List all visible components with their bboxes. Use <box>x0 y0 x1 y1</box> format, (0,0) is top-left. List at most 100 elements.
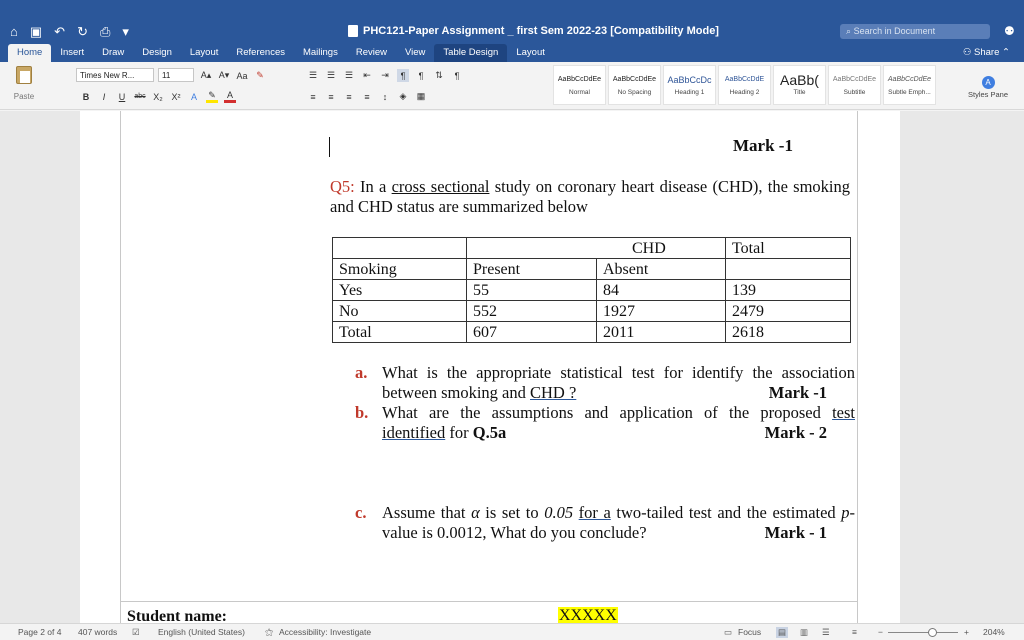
bottom-margin-line <box>120 601 858 602</box>
undo-icon[interactable]: ↶ <box>54 24 65 40</box>
web-layout-icon[interactable]: ▥ <box>800 627 808 638</box>
share-icon: ⚇ <box>962 47 972 58</box>
quick-access-toolbar: ⌂ ▣ ↶ ↻ ⎙ ▾ <box>10 24 129 40</box>
tab-home[interactable]: Home <box>8 44 52 62</box>
tab-table-layout[interactable]: Layout <box>507 44 554 62</box>
ltr-icon[interactable]: ¶ <box>397 69 409 82</box>
print-layout-icon[interactable]: ▤ <box>776 627 789 638</box>
page-count[interactable]: Page 2 of 4 <box>18 627 61 637</box>
style-heading-1[interactable]: AaBbCcDc Heading 1 <box>663 65 716 105</box>
change-case-icon[interactable]: Aa <box>236 69 248 82</box>
tab-table-design[interactable]: Table Design <box>434 44 508 62</box>
decrease-indent-icon[interactable]: ⇤ <box>361 69 373 82</box>
superscript-icon[interactable]: X² <box>170 90 182 103</box>
customize-icon[interactable]: ▾ <box>122 24 129 40</box>
borders-icon[interactable]: ▦ <box>415 90 427 103</box>
outline-view-icon[interactable]: ☰ <box>822 627 830 638</box>
accessibility-status[interactable]: Accessibility: Investigate <box>279 627 371 637</box>
grow-font-icon[interactable]: A▴ <box>200 69 212 82</box>
mark-label: Mark -1 <box>733 136 793 155</box>
font-size-select[interactable]: 11 <box>158 68 194 82</box>
sort-icon[interactable]: ⇅ <box>433 69 445 82</box>
profile-icon[interactable]: ⚉ <box>1004 24 1017 38</box>
rtl-icon[interactable]: ¶ <box>415 69 427 82</box>
table-header-present: Present <box>466 258 597 280</box>
save-icon[interactable]: ▣ <box>30 24 42 40</box>
subscript-icon[interactable]: X₂ <box>152 90 164 103</box>
left-margin-line <box>120 111 121 623</box>
zoom-slider-handle[interactable] <box>928 628 937 637</box>
tab-layout[interactable]: Layout <box>181 44 228 62</box>
tab-view[interactable]: View <box>396 44 434 62</box>
focus-button[interactable]: Focus <box>738 627 761 637</box>
zoom-in-icon[interactable]: + <box>964 627 969 637</box>
accessibility-icon[interactable]: ⚝ <box>265 627 273 638</box>
bold-icon[interactable]: B <box>80 90 92 103</box>
strikethrough-icon[interactable]: abc <box>134 90 146 103</box>
search-icon: ⌕ <box>846 26 852 36</box>
style-subtle-emphasis[interactable]: AaBbCcDdEe Subtle Emph... <box>883 65 936 105</box>
tab-design[interactable]: Design <box>133 44 181 62</box>
style-no-spacing[interactable]: AaBbCcDdEe No Spacing <box>608 65 661 105</box>
table-header-chd: CHD <box>466 237 726 259</box>
style-normal[interactable]: AaBbCcDdEe Normal <box>553 65 606 105</box>
styles-gallery: AaBbCcDdEe Normal AaBbCcDdEe No Spacing … <box>553 65 938 105</box>
text-cursor <box>329 137 330 157</box>
italic-icon[interactable]: I <box>98 90 110 103</box>
increase-indent-icon[interactable]: ⇥ <box>379 69 391 82</box>
zoom-out-icon[interactable]: − <box>878 627 883 637</box>
highlight-icon[interactable]: ✎ <box>206 90 218 103</box>
tab-references[interactable]: References <box>227 44 294 62</box>
question-5a: a. What is the appropriate statistical t… <box>355 363 855 402</box>
underline-icon[interactable]: U <box>116 90 128 103</box>
table-row: Smoking Present Absent <box>332 258 851 280</box>
redo-icon[interactable]: ↻ <box>77 24 88 40</box>
chd-table: CHD Total Smoking Present Absent Yes 55 … <box>332 237 851 343</box>
document-area[interactable]: Mark -1 Q5: In a cross sectional study o… <box>0 111 1024 625</box>
style-title[interactable]: AaBb( Title <box>773 65 826 105</box>
zoom-slider[interactable] <box>888 632 958 633</box>
tab-mailings[interactable]: Mailings <box>294 44 347 62</box>
title-bar: ⌂ ▣ ↶ ↻ ⎙ ▾ PHC121-Paper Assignment _ fi… <box>0 0 1024 44</box>
collapse-ribbon-icon[interactable]: ⌃ <box>1002 47 1010 58</box>
styles-pane-button[interactable]: A Styles Pane <box>968 76 1008 99</box>
tab-review[interactable]: Review <box>347 44 396 62</box>
zoom-level[interactable]: 204% <box>983 627 1005 637</box>
language-indicator[interactable]: English (United States) <box>158 627 245 637</box>
show-marks-icon[interactable]: ¶ <box>451 69 463 82</box>
question-5: Q5: In a cross sectional study on corona… <box>330 177 850 216</box>
numbering-icon[interactable]: ☰ <box>325 69 337 82</box>
table-header-absent: Absent <box>596 258 726 280</box>
align-left-icon[interactable]: ≡ <box>307 90 319 103</box>
bullets-icon[interactable]: ☰ <box>307 69 319 82</box>
print-icon[interactable]: ⎙ <box>100 24 110 40</box>
ribbon: Paste Times New R... 11 A▴ A▾ Aa ✎ B I U… <box>0 62 1024 110</box>
align-right-icon[interactable]: ≡ <box>343 90 355 103</box>
tab-draw[interactable]: Draw <box>93 44 133 62</box>
focus-icon[interactable]: ▭ <box>724 627 732 638</box>
multilevel-list-icon[interactable]: ☰ <box>343 69 355 82</box>
clear-formatting-icon[interactable]: ✎ <box>254 69 266 82</box>
table-row: Yes 55 84 139 <box>332 279 851 301</box>
align-center-icon[interactable]: ≡ <box>325 90 337 103</box>
font-name-select[interactable]: Times New R... <box>76 68 154 82</box>
clipboard-icon <box>16 66 32 84</box>
paste-button[interactable]: Paste <box>10 66 38 106</box>
draft-view-icon[interactable]: ≡ <box>852 627 857 637</box>
text-effects-icon[interactable]: A <box>188 90 200 103</box>
share-button[interactable]: ⚇ Share ⌃ <box>963 47 1010 58</box>
proofing-icon[interactable]: ☑ <box>132 627 140 638</box>
style-subtitle[interactable]: AaBbCcDdEe Subtitle <box>828 65 881 105</box>
shrink-font-icon[interactable]: A▾ <box>218 69 230 82</box>
styles-pane-icon: A <box>981 76 995 89</box>
home-icon[interactable]: ⌂ <box>10 24 18 40</box>
shading-icon[interactable]: ◈ <box>397 90 409 103</box>
tab-insert[interactable]: Insert <box>51 44 93 62</box>
justify-icon[interactable]: ≡ <box>361 90 373 103</box>
line-spacing-icon[interactable]: ↕ <box>379 90 391 103</box>
style-heading-2[interactable]: AaBbCcDdE Heading 2 <box>718 65 771 105</box>
font-color-icon[interactable]: A <box>224 90 236 103</box>
right-margin-line <box>857 111 858 623</box>
search-input[interactable]: ⌕ Search in Document <box>840 24 990 39</box>
word-count[interactable]: 407 words <box>78 627 117 637</box>
